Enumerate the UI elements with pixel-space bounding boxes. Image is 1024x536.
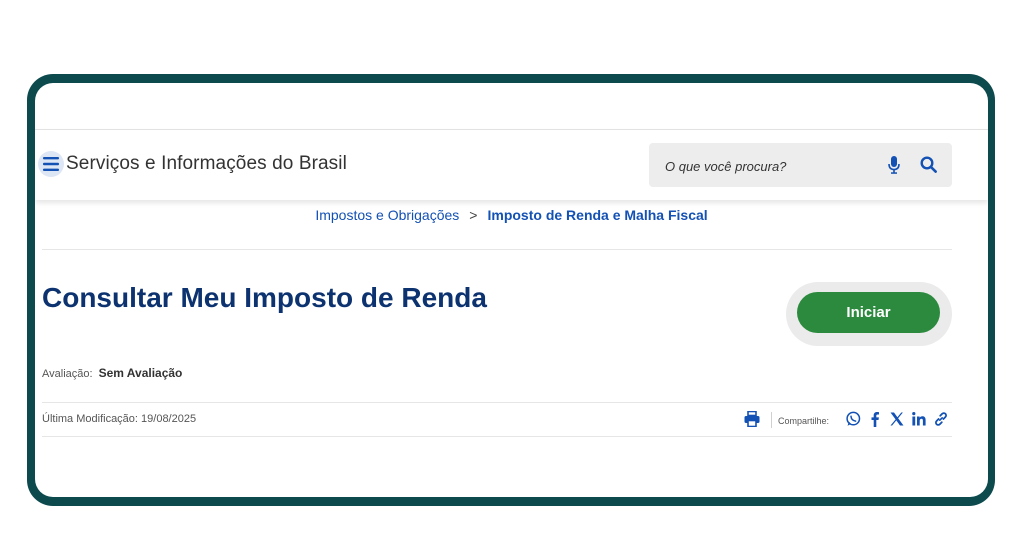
x-icon[interactable] bbox=[889, 411, 905, 427]
meta-divider-bottom bbox=[42, 436, 952, 437]
share-divider bbox=[771, 412, 772, 428]
print-icon[interactable] bbox=[744, 410, 760, 432]
page-title: Consultar Meu Imposto de Renda bbox=[42, 282, 487, 313]
meta-divider-top bbox=[42, 402, 952, 403]
rating-label: Avaliação: bbox=[42, 368, 93, 380]
link-icon[interactable] bbox=[933, 411, 949, 427]
linkedin-icon[interactable] bbox=[911, 411, 927, 427]
start-button-container: Iniciar bbox=[786, 282, 952, 346]
breadcrumb-divider bbox=[42, 249, 952, 250]
browser-viewport: Serviços e Informações do Brasil Imposto… bbox=[35, 83, 988, 497]
breadcrumb-item-current[interactable]: Imposto de Renda e Malha Fiscal bbox=[487, 207, 707, 223]
share-icons bbox=[845, 411, 949, 427]
rating-row: Avaliação: Sem Avaliação bbox=[42, 366, 182, 380]
menu-button[interactable] bbox=[38, 151, 64, 177]
site-header: Serviços e Informações do Brasil bbox=[35, 130, 988, 200]
microphone-icon[interactable] bbox=[888, 156, 900, 179]
search-icon[interactable] bbox=[920, 156, 937, 178]
share-label: Compartilhe: bbox=[778, 416, 830, 426]
rating-value: Sem Avaliação bbox=[98, 366, 183, 380]
site-title[interactable]: Serviços e Informações do Brasil bbox=[66, 153, 347, 175]
hamburger-icon bbox=[43, 157, 59, 171]
breadcrumb: Impostos e Obrigações > Imposto de Renda e… bbox=[35, 207, 988, 223]
last-modified: Última Modificação: 19/08/2025 bbox=[42, 413, 197, 425]
whatsapp-icon[interactable] bbox=[845, 411, 861, 427]
breadcrumb-separator: > bbox=[469, 207, 478, 223]
start-button[interactable]: Iniciar bbox=[797, 292, 940, 333]
breadcrumb-item-impostos[interactable]: Impostos e Obrigações bbox=[315, 207, 459, 223]
facebook-icon[interactable] bbox=[867, 411, 883, 427]
search-bar bbox=[649, 143, 952, 187]
search-input[interactable] bbox=[663, 155, 867, 177]
